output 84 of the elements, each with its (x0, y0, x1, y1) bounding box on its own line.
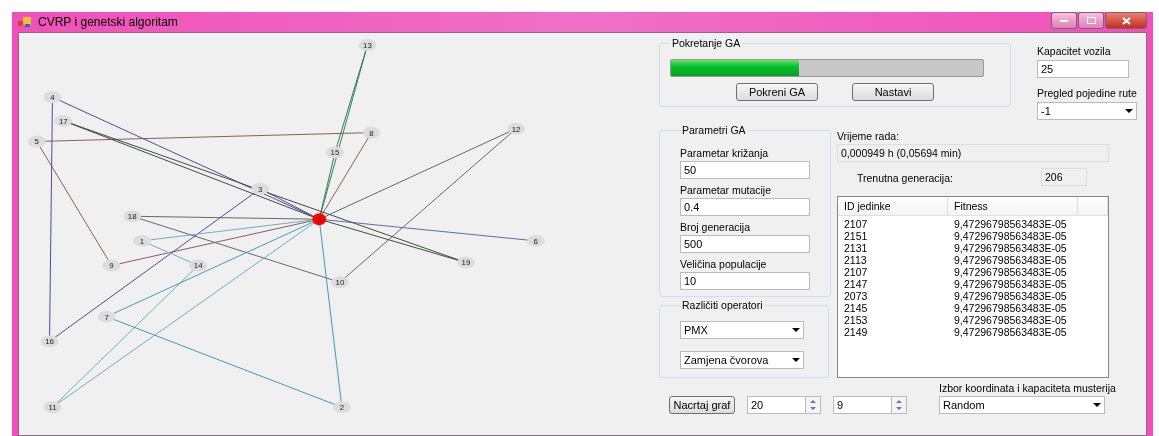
customer-node: 8 (362, 126, 381, 139)
customer-node: 5 (27, 135, 46, 148)
number-field[interactable]: 9 (833, 396, 891, 414)
spinner-arrows-icon[interactable] (805, 396, 821, 414)
table-cell-text: 2073 (843, 290, 869, 302)
operator-dropdown[interactable]: PMX (680, 321, 804, 339)
table-cell-text: 9,47296798563483E-05 (953, 302, 1068, 314)
minimize-icon (1060, 19, 1068, 22)
input-field[interactable]: 10 (680, 272, 810, 290)
app-icon (18, 16, 32, 28)
operator-dropdown[interactable]: Zamjena čvorova (680, 351, 804, 369)
table-cell-text: 2145 (843, 302, 869, 314)
input-field[interactable]: 50 (680, 161, 810, 179)
group-title: Pokretanje GA (671, 37, 742, 49)
column-header[interactable]: Fitness (948, 197, 1078, 215)
table-cell-text: 2153 (843, 314, 869, 326)
number-field[interactable]: 20 (747, 396, 805, 414)
customer-node: 9 (102, 259, 121, 272)
table-cell-text: 2131 (843, 242, 869, 254)
dropdown-arrow-icon (792, 358, 800, 362)
customer-node: 16 (40, 335, 59, 348)
field-label: Broj generacija (680, 221, 752, 233)
customer-node: 4 (43, 91, 62, 104)
close-icon (1121, 16, 1131, 25)
action-button[interactable]: Nastavi (852, 83, 934, 101)
field-label: Trenutna generacija: (857, 172, 953, 184)
group-title: Različiti operatori (681, 299, 764, 311)
table-cell-text: 9,47296798563483E-05 (953, 266, 1068, 278)
maximize-button[interactable] (1078, 12, 1104, 29)
action-button[interactable]: Pokreni GA (736, 83, 818, 101)
customer-node: 7 (97, 310, 116, 323)
table-cell-text: 9,47296798563483E-05 (953, 230, 1068, 242)
table-cell-text: 9,47296798563483E-05 (953, 278, 1068, 290)
customer-node: 15 (326, 146, 344, 159)
window-title: CVRP i genetski algoritam (38, 15, 178, 29)
dropdown-arrow-icon (1093, 403, 1101, 407)
table-cell-text: 9,47296798563483E-05 (953, 218, 1068, 230)
customer-node: 1 (133, 234, 151, 247)
customer-node: 13 (358, 39, 377, 51)
maximize-icon (1086, 17, 1096, 24)
table-cell-text: 9,47296798563483E-05 (953, 242, 1068, 254)
minimize-button[interactable] (1051, 12, 1077, 29)
table-cell-text: 2113 (843, 254, 868, 266)
field-label: Veličina populacije (680, 258, 768, 270)
input-field[interactable]: 500 (680, 235, 810, 253)
input-field[interactable]: 0.4 (680, 198, 810, 216)
field-label: Parametar mutacije (680, 184, 773, 196)
customer-node: 11 (43, 401, 62, 414)
customer-node: 12 (507, 122, 525, 135)
dropdown-arrow-icon (792, 328, 800, 332)
customer-node: 17 (54, 114, 73, 127)
draw-graph-button[interactable]: Nacrtaj graf (669, 396, 735, 414)
customer-node: 14 (189, 259, 207, 272)
column-header[interactable]: ID jedinke (838, 197, 948, 215)
spinner-arrows-icon[interactable] (891, 396, 907, 414)
table-cell-text: 2147 (843, 278, 869, 290)
field-label: Kapacitet vozila (1037, 45, 1112, 57)
field-label: Izbor koordinata i kapaciteta musterija (939, 382, 1116, 394)
table-cell-text: 2107 (843, 218, 869, 230)
customer-node: 3 (251, 182, 270, 195)
capacity-field[interactable]: 25 (1037, 60, 1129, 78)
table-cell-text: 9,47296798563483E-05 (953, 326, 1068, 338)
table-cell-text: 2151 (843, 230, 869, 242)
table-cell-text: 2107 (843, 266, 869, 278)
customer-node: 10 (331, 276, 349, 289)
table-cell-text: 9,47296798563483E-05 (953, 254, 1068, 266)
route-dropdown[interactable]: -1 (1037, 102, 1137, 120)
field-label: Parametar križanja (680, 147, 770, 159)
field-label: Pregled pojedine rute (1037, 87, 1137, 99)
table-cell-text: 2149 (843, 326, 869, 338)
depot-node: 0 (312, 213, 327, 226)
customer-node: 18 (123, 210, 142, 223)
table-cell-text: 9,47296798563483E-05 (953, 314, 1068, 326)
customer-node: 6 (526, 234, 545, 247)
generation-field: 206 (1041, 168, 1087, 186)
field-label: Vrijeme rada: (837, 130, 901, 142)
table-cell-text: 9,47296798563483E-05 (953, 290, 1068, 302)
runtime-field: 0,000949 h (0,05694 min) (837, 144, 1109, 162)
close-button[interactable] (1105, 12, 1147, 29)
group-title: Parametri GA (681, 124, 747, 136)
source-dropdown[interactable]: Random (939, 396, 1105, 414)
customer-node: 2 (333, 401, 351, 414)
customer-node: 19 (457, 256, 475, 269)
dropdown-arrow-icon (1125, 109, 1133, 113)
